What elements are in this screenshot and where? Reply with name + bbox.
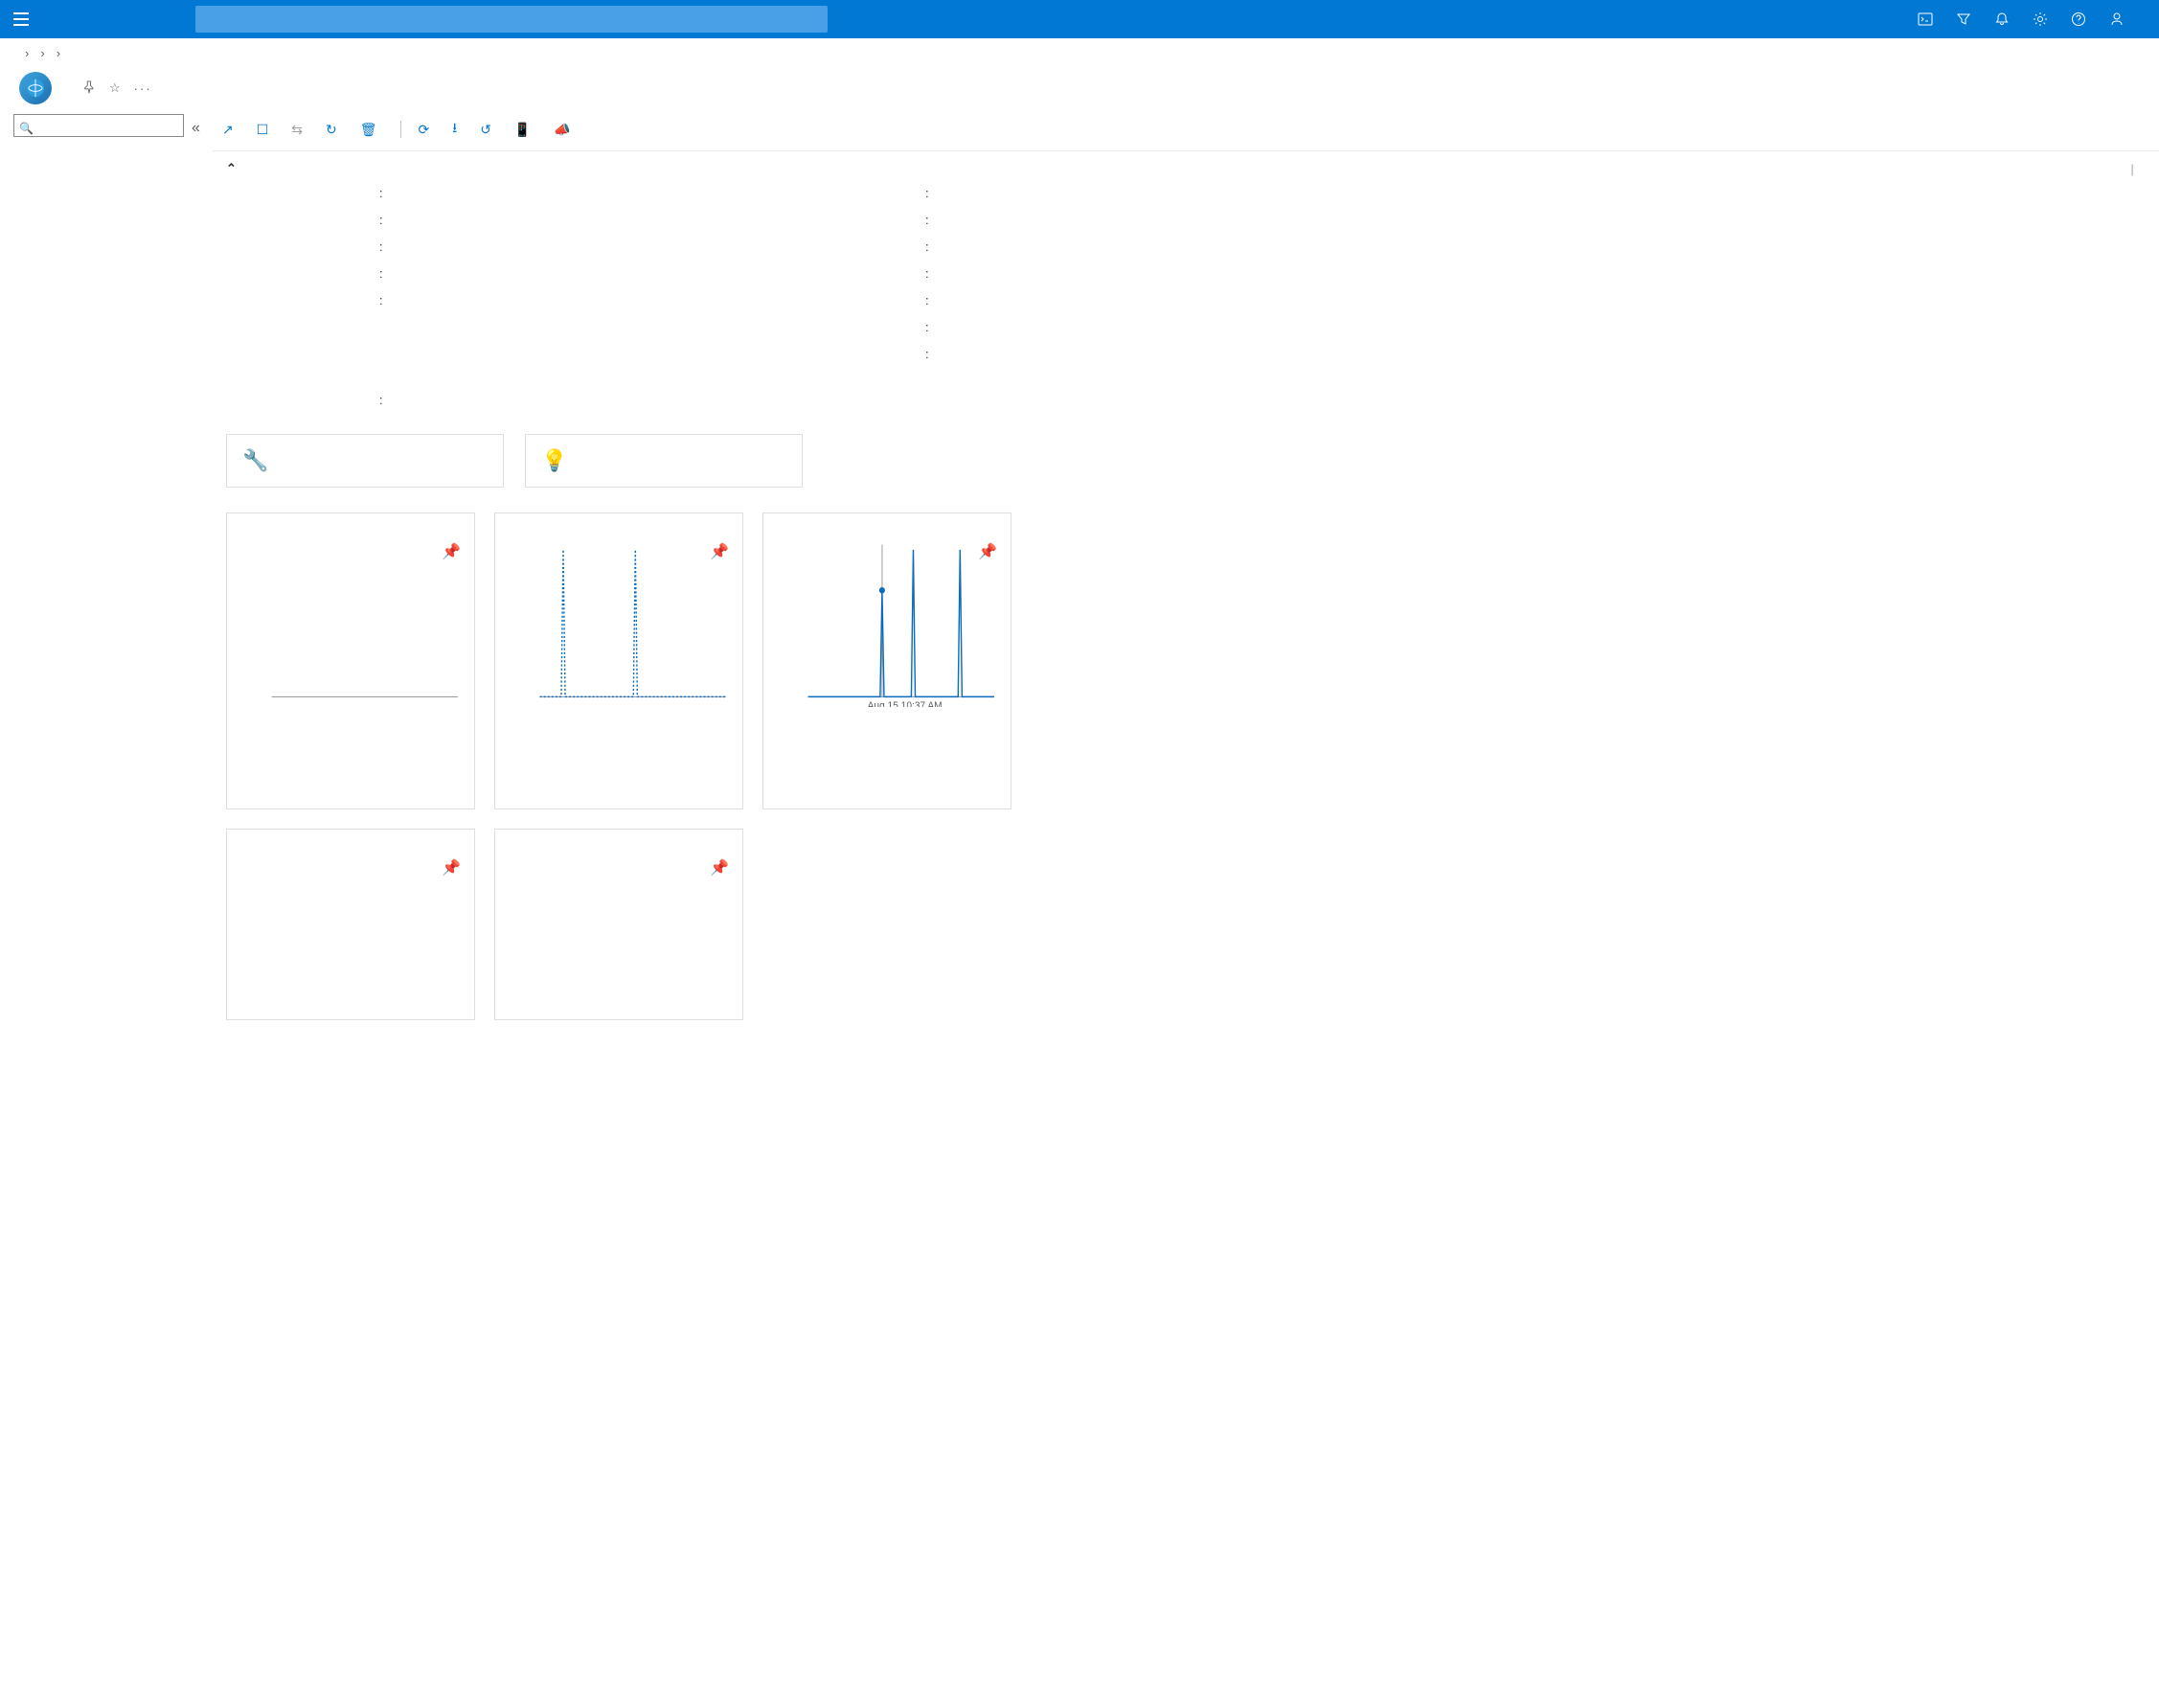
wrench-icon: 🔧 [242,448,271,473]
breadcrumb: › › › [0,38,2159,68]
data-out-tile[interactable]: 📌 Aug 15 10:37 AM [762,512,1011,809]
sidebar-search-input[interactable] [13,114,184,137]
diagnose-card[interactable]: 🔧 [226,434,504,488]
http-5xx-chart [239,535,463,707]
requests-chart [239,851,463,975]
mobile-icon: 📱 [514,122,531,138]
azure-top-bar [0,0,2159,38]
hamburger-menu[interactable] [0,0,42,38]
stop-button[interactable]: ☐ [257,122,275,138]
browse-button[interactable]: ↗ [222,122,239,138]
share-to-mobile-button[interactable]: 📱 [514,122,536,138]
restart-icon: ↻ [326,122,337,138]
requests-tile[interactable]: 📌 [226,829,475,1020]
sidebar-collapse-icon[interactable]: « [192,120,200,137]
data-in-chart [507,535,731,707]
cloud-shell-icon[interactable] [1906,0,1944,38]
svg-text:Aug 15 10:37 AM: Aug 15 10:37 AM [868,701,943,707]
chevron-right-icon: › [57,46,60,60]
essentials-toggle[interactable]: ⌃ | [226,161,2146,176]
command-bar: ↗ ☐ ⇆ ↻ 🗑 ⟳ ⭳ ↺ 📱 📣 [213,112,2159,150]
resource-sidebar: 🔍 « [0,112,203,1705]
toolbar-separator [400,121,401,138]
pin-icon[interactable] [82,80,96,97]
global-search-input[interactable] [195,6,828,33]
main-pane: ↗ ☐ ⇆ ↻ 🗑 ⟳ ⭳ ↺ 📱 📣 ⌃ | [203,112,2159,1705]
data-in-tile[interactable]: 📌 [494,512,743,809]
send-feedback-button[interactable]: 📣 [554,122,576,138]
restart-button[interactable]: ↻ [326,122,343,138]
delete-icon: 🗑 [360,122,377,138]
get-publish-profile-button[interactable]: ⭳ [452,118,463,141]
data-out-chart: Aug 15 10:37 AM [775,535,999,707]
chevron-right-icon: › [40,46,44,60]
account-display[interactable] [2136,15,2159,23]
delete-button[interactable]: 🗑 [360,122,383,138]
app-insights-card[interactable]: 💡 [525,434,803,488]
response-time-chart [507,851,731,975]
favorite-star-icon[interactable]: ☆ [109,80,121,96]
chevron-up-icon: ⌃ [226,161,237,176]
notifications-icon[interactable] [1983,0,2021,38]
more-menu-icon[interactable]: ··· [134,81,152,96]
swap-button: ⇆ [291,122,308,138]
download-icon: ⭳ [452,118,457,141]
resource-title-row: ☆ ··· [0,68,2159,112]
essentials-section: ⌃ | : : : : : : : : [213,150,2159,417]
chevron-right-icon: › [25,46,29,60]
recommendation-cards: 🔧 💡 [213,417,2159,493]
settings-icon[interactable] [2021,0,2059,38]
reset-publish-profile-button[interactable]: ↺ [480,122,497,138]
help-icon[interactable] [2059,0,2098,38]
reset-icon: ↺ [480,122,491,138]
feedback-icon[interactable] [2098,0,2136,38]
stop-icon: ☐ [257,122,269,138]
lightbulb-icon: 💡 [541,448,570,473]
open-icon: ↗ [222,122,234,138]
directory-filter-icon[interactable] [1944,0,1983,38]
app-service-icon [19,72,52,104]
refresh-icon: ⟳ [419,122,430,138]
refresh-button[interactable]: ⟳ [419,122,436,138]
response-time-tile[interactable]: 📌 [494,829,743,1020]
http-5xx-tile[interactable]: 📌 [226,512,475,809]
swap-icon: ⇆ [291,122,303,138]
search-icon: 🔍 [19,122,34,135]
feedback-icon: 📣 [554,122,570,138]
